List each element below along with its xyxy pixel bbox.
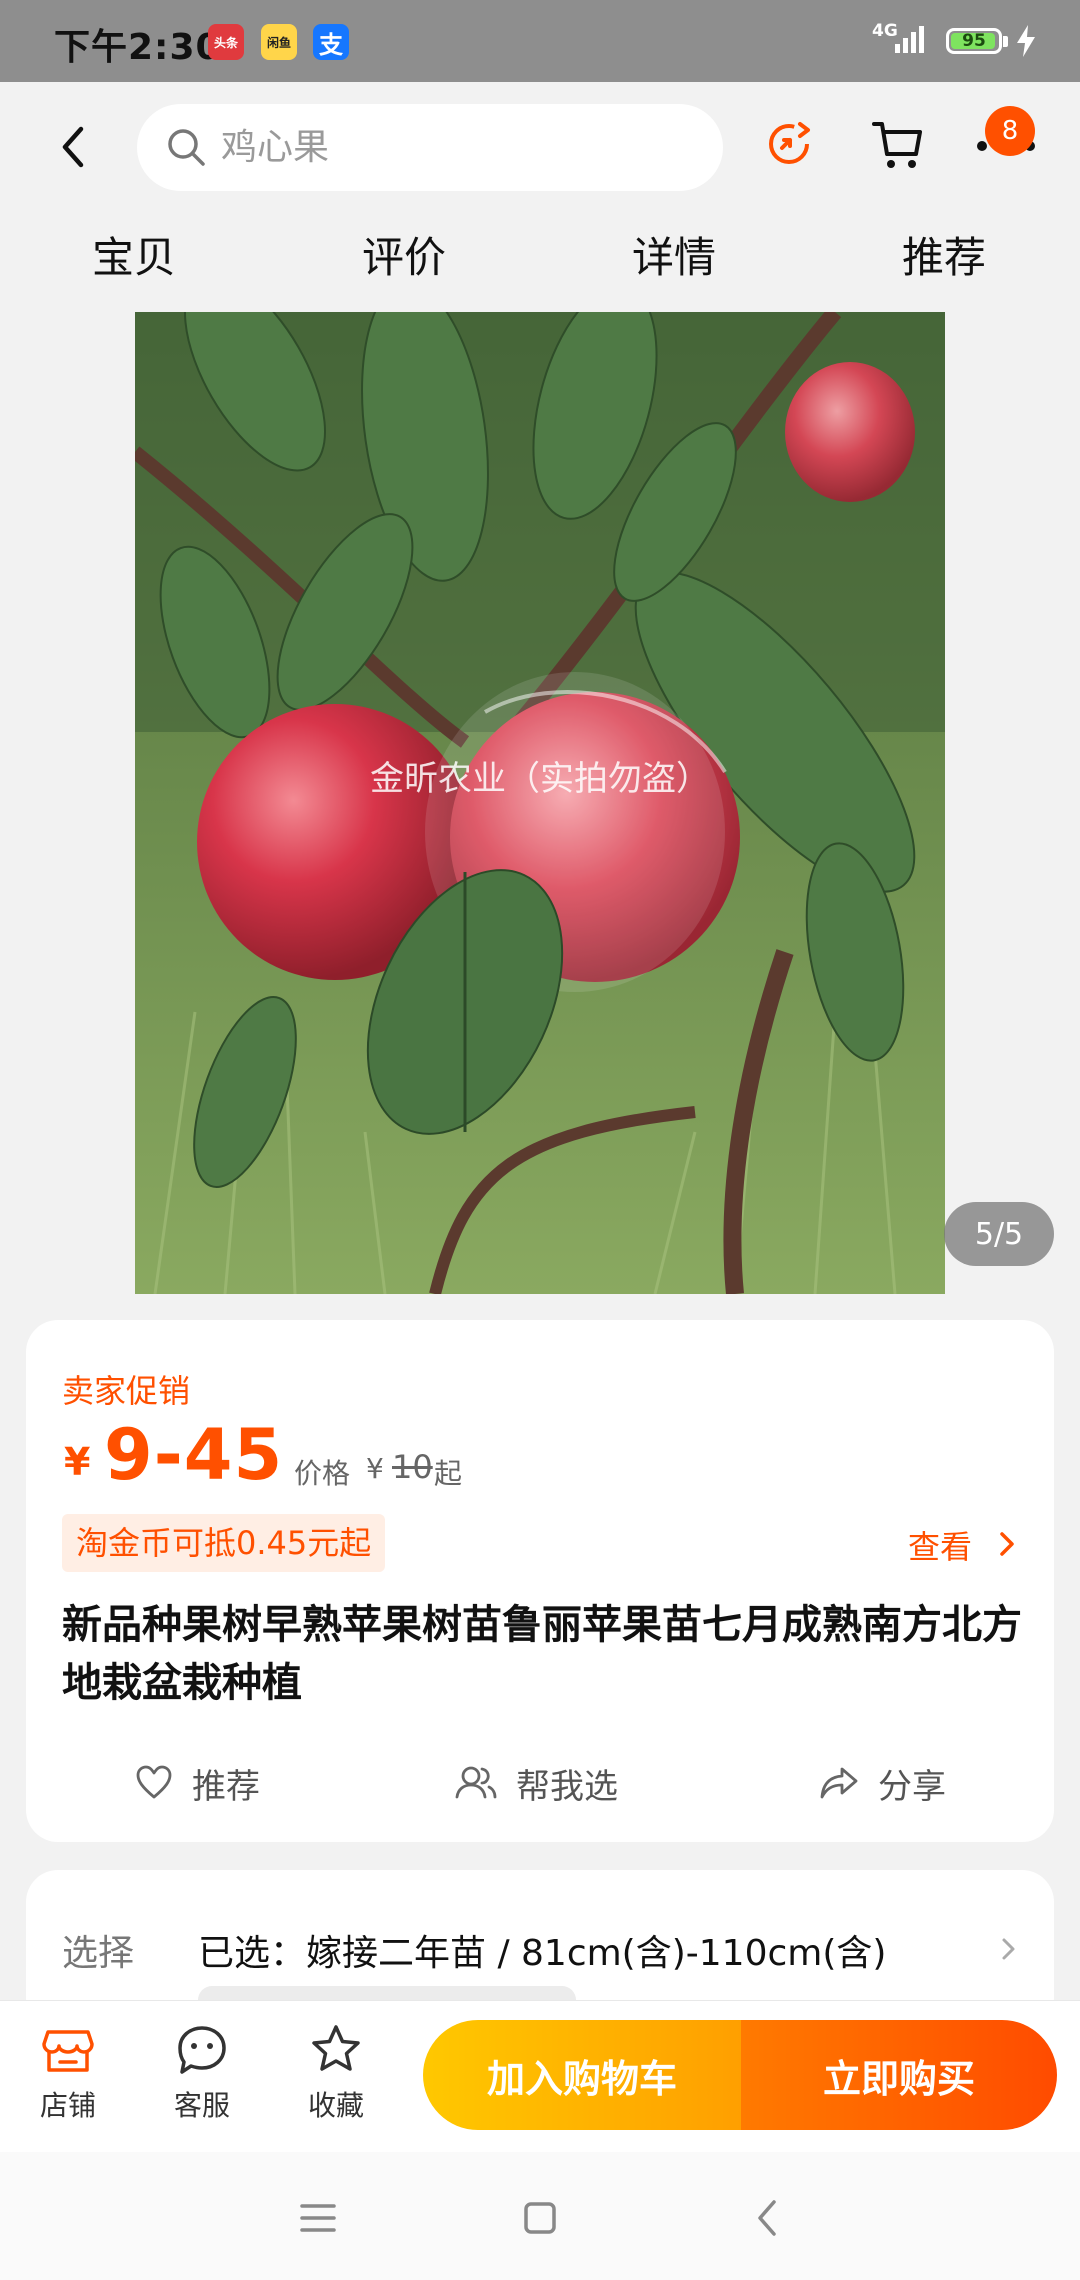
search-icon bbox=[168, 129, 205, 166]
image-watermark: 金昕农业（实拍勿盗） bbox=[370, 759, 710, 799]
refresh-share-icon[interactable] bbox=[764, 118, 814, 168]
toutiao-app-icon: 头条 bbox=[208, 24, 244, 60]
original-price-suffix: 起 bbox=[434, 1457, 463, 1490]
heart-icon bbox=[136, 1765, 172, 1799]
buy-now-button[interactable]: 立即购买 bbox=[741, 2020, 1057, 2130]
promo-label: 卖家促销 bbox=[62, 1372, 191, 1410]
original-price: 10 bbox=[392, 1448, 433, 1486]
share-button[interactable]: 分享 bbox=[818, 1756, 946, 1810]
alipay-app-icon: 支 bbox=[313, 24, 349, 60]
status-time: 下午2:30 bbox=[54, 27, 222, 68]
coin-offer-tag: 淘金币可抵0.45元起 bbox=[62, 1514, 386, 1572]
customer-service-button[interactable]: 客服 bbox=[152, 2022, 252, 2132]
signal-icon bbox=[895, 26, 924, 53]
shop-icon bbox=[42, 2030, 94, 2072]
help-choose-button[interactable]: 帮我选 bbox=[454, 1756, 618, 1810]
image-counter: 5/5 bbox=[944, 1202, 1054, 1266]
favorite-button[interactable]: 收藏 bbox=[286, 2022, 386, 2132]
product-image[interactable]: 金昕农业（实拍勿盗） bbox=[135, 312, 945, 1294]
recommend-button[interactable]: 推荐 bbox=[134, 1756, 260, 1810]
chevron-right-icon[interactable] bbox=[998, 1932, 1020, 1966]
tab-item[interactable]: 宝贝 bbox=[34, 220, 234, 296]
recommend-label: 推荐 bbox=[192, 1766, 260, 1807]
people-icon bbox=[455, 1766, 497, 1799]
share-label: 分享 bbox=[878, 1766, 946, 1807]
select-label: 选择 bbox=[62, 1933, 135, 1974]
add-to-cart-button[interactable]: 加入购物车 bbox=[423, 2020, 741, 2130]
share-icon bbox=[820, 1767, 858, 1799]
menu-icon[interactable] bbox=[288, 2188, 348, 2248]
cart-icon[interactable] bbox=[870, 116, 926, 172]
xianyu-app-icon: 闲鱼 bbox=[261, 24, 297, 60]
system-back-icon[interactable] bbox=[738, 2188, 798, 2248]
shop-label: 店铺 bbox=[39, 2089, 96, 2122]
battery-icon: 95 bbox=[946, 28, 1002, 54]
back-arrow-icon bbox=[62, 126, 84, 168]
view-offer-link[interactable]: 查看 bbox=[908, 1522, 972, 1568]
product-title: 新品种果树早熟苹果树苗鲁丽苹果苗七月成熟南方北方地栽盆栽种植 bbox=[62, 1602, 1022, 1706]
star-icon bbox=[312, 2025, 360, 2071]
original-price-currency: ¥ bbox=[366, 1452, 384, 1485]
search-input[interactable] bbox=[221, 104, 691, 191]
charging-icon bbox=[1017, 25, 1035, 57]
tab-details[interactable]: 详情 bbox=[574, 220, 774, 296]
price-range: 9-45 bbox=[104, 1414, 284, 1496]
tab-recommend[interactable]: 推荐 bbox=[844, 220, 1044, 296]
help-choose-label: 帮我选 bbox=[516, 1766, 618, 1807]
price-currency: ¥ bbox=[64, 1440, 91, 1484]
battery-tip bbox=[1003, 36, 1008, 47]
customer-service-label: 客服 bbox=[173, 2089, 230, 2122]
back-button[interactable] bbox=[44, 112, 104, 182]
tab-reviews[interactable]: 评价 bbox=[304, 220, 504, 296]
favorite-label: 收藏 bbox=[307, 2089, 364, 2122]
cart-badge: 8 bbox=[985, 106, 1035, 156]
shop-button[interactable]: 店铺 bbox=[18, 2022, 118, 2132]
battery-percent: 95 bbox=[962, 31, 986, 51]
selected-sku[interactable]: 已选：嫁接二年苗 / 81cm(含)-110cm(含) bbox=[198, 1924, 886, 1976]
chat-bubble-icon bbox=[178, 2026, 226, 2074]
home-icon[interactable] bbox=[510, 2188, 570, 2248]
search-bar[interactable] bbox=[137, 104, 723, 191]
chevron-right-icon[interactable] bbox=[996, 1526, 1020, 1562]
original-price-label: 价格 bbox=[294, 1457, 351, 1490]
